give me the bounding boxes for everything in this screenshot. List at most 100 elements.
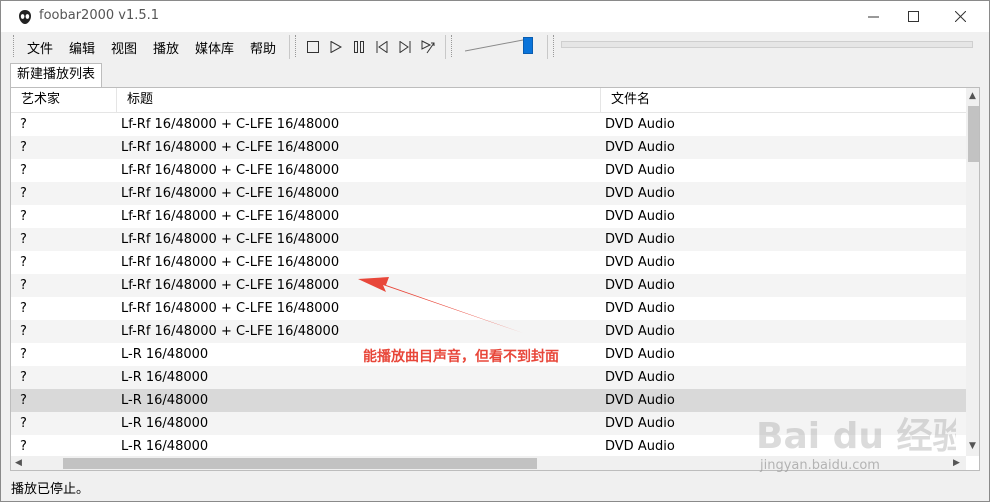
menu-file[interactable]: 文件 (27, 38, 53, 57)
cell-title: L-R 16/48000 (121, 416, 209, 431)
close-icon (954, 11, 966, 22)
random-icon (421, 40, 435, 54)
next-icon (399, 41, 411, 53)
cell-title: Lf-Rf 16/48000 + C-LFE 16/48000 (121, 117, 340, 132)
column-header-row: 艺术家 标题 文件名 (11, 88, 966, 113)
svg-text:Bai du 经验: Bai du 经验 (756, 416, 956, 457)
cell-title: L-R 16/48000 (121, 439, 209, 454)
table-row[interactable]: ? Lf-Rf 16/48000 + C-LFE 16/48000 DVD Audi… (11, 320, 966, 343)
baidu-watermark-logo: Bai du 经验 (756, 416, 956, 457)
table-row[interactable]: ? Lf-Rf 16/48000 + C-LFE 16/48000 DVD Audi… (11, 228, 966, 251)
cell-artist: ? (20, 232, 27, 247)
seek-bar[interactable] (561, 41, 973, 48)
table-row[interactable]: ? Lf-Rf 16/48000 + C-LFE 16/48000 DVD Audi… (11, 205, 966, 228)
cell-artist: ? (20, 347, 27, 362)
cell-filename: DVD Audio (605, 370, 675, 385)
cell-title: Lf-Rf 16/48000 + C-LFE 16/48000 (121, 163, 340, 178)
table-row[interactable]: ? Lf-Rf 16/48000 + C-LFE 16/48000 DVD Audi… (11, 136, 966, 159)
cell-artist: ? (20, 140, 27, 155)
table-row[interactable]: ? Lf-Rf 16/48000 + C-LFE 16/48000 DVD Audi… (11, 159, 966, 182)
cell-artist: ? (20, 278, 27, 293)
annotation-text: 能播放曲目声音，但看不到封面 (363, 349, 559, 365)
cell-title: Lf-Rf 16/48000 + C-LFE 16/48000 (121, 140, 340, 155)
title-bar: foobar2000 v1.5.1 (1, 1, 989, 32)
table-row[interactable]: ? L-R 16/48000 DVD Audio (11, 366, 966, 389)
window-title: foobar2000 v1.5.1 (39, 8, 160, 23)
cell-title: Lf-Rf 16/48000 + C-LFE 16/48000 (121, 232, 340, 247)
menu-edit[interactable]: 编辑 (69, 38, 95, 57)
cell-filename: DVD Audio (605, 140, 675, 155)
close-button[interactable] (937, 1, 983, 32)
cell-filename: DVD Audio (605, 163, 675, 178)
stop-button[interactable] (304, 38, 322, 56)
vertical-scroll-thumb[interactable] (968, 106, 979, 162)
maximize-button[interactable] (890, 1, 936, 32)
menu-grip[interactable] (13, 35, 17, 57)
cell-title: L-R 16/48000 (121, 347, 209, 362)
cell-artist: ? (20, 370, 27, 385)
cell-filename: DVD Audio (605, 186, 675, 201)
cell-artist: ? (20, 416, 27, 431)
cell-filename: DVD Audio (605, 278, 675, 293)
cell-filename: DVD Audio (605, 301, 675, 316)
vertical-scrollbar[interactable]: ▲ ▼ (966, 88, 979, 456)
cell-artist: ? (20, 301, 27, 316)
cell-title: Lf-Rf 16/48000 + C-LFE 16/48000 (121, 255, 340, 270)
menu-playback[interactable]: 播放 (153, 38, 179, 57)
cell-filename: DVD Audio (605, 324, 675, 339)
tab-new-playlist[interactable]: 新建播放列表 (10, 63, 103, 87)
column-header-title[interactable]: 标题 (117, 88, 601, 112)
scroll-up-icon[interactable]: ▲ (969, 91, 976, 101)
minimize-icon (867, 16, 879, 18)
cell-title: Lf-Rf 16/48000 + C-LFE 16/48000 (121, 209, 340, 224)
pause-icon (354, 41, 364, 53)
volume-slider-track[interactable] (465, 38, 523, 52)
cell-artist: ? (20, 324, 27, 339)
next-button[interactable] (396, 38, 414, 56)
stop-icon (307, 41, 319, 53)
maximize-icon (907, 11, 919, 22)
watermark-url: jingyan.baidu.com (760, 458, 880, 473)
table-row[interactable]: ? Lf-Rf 16/48000 + C-LFE 16/48000 DVD Audi… (11, 274, 966, 297)
cell-filename: DVD Audio (605, 347, 675, 362)
cell-title: Lf-Rf 16/48000 + C-LFE 16/48000 (121, 186, 340, 201)
cell-filename: DVD Audio (605, 117, 675, 132)
random-button[interactable] (419, 38, 437, 56)
cell-artist: ? (20, 393, 27, 408)
cell-filename: DVD Audio (605, 416, 675, 431)
seekbar-grip[interactable] (553, 35, 557, 57)
column-header-artist[interactable]: 艺术家 (11, 88, 117, 112)
table-row[interactable]: ? Lf-Rf 16/48000 + C-LFE 16/48000 DVD Audi… (11, 113, 966, 136)
previous-button[interactable] (373, 38, 391, 56)
pause-button[interactable] (350, 38, 368, 56)
cell-title: Lf-Rf 16/48000 + C-LFE 16/48000 (121, 301, 340, 316)
volume-slider-thumb[interactable] (523, 37, 533, 54)
cell-title: L-R 16/48000 (121, 370, 209, 385)
previous-icon (376, 41, 388, 53)
cell-artist: ? (20, 186, 27, 201)
cell-filename: DVD Audio (605, 232, 675, 247)
cell-artist: ? (20, 117, 27, 132)
scroll-down-icon[interactable]: ▼ (969, 441, 976, 451)
column-header-filename[interactable]: 文件名 (601, 88, 966, 112)
horizontal-scroll-thumb[interactable] (63, 458, 537, 469)
cell-artist: ? (20, 439, 27, 454)
foobar-app-icon (19, 10, 31, 24)
play-button[interactable] (327, 38, 345, 56)
table-row[interactable]: ? Lf-Rf 16/48000 + C-LFE 16/48000 DVD Audi… (11, 182, 966, 205)
cell-artist: ? (20, 163, 27, 178)
scroll-left-icon[interactable]: ◀ (15, 458, 22, 468)
menu-help[interactable]: 帮助 (250, 38, 276, 57)
play-icon (330, 41, 342, 53)
cell-title: L-R 16/48000 (121, 393, 209, 408)
cell-filename: DVD Audio (605, 255, 675, 270)
menu-library[interactable]: 媒体库 (195, 38, 234, 57)
playback-grip[interactable] (295, 35, 299, 57)
table-row[interactable]: ? Lf-Rf 16/48000 + C-LFE 16/48000 DVD Audi… (11, 297, 966, 320)
cell-title: Lf-Rf 16/48000 + C-LFE 16/48000 (121, 324, 340, 339)
cell-filename: DVD Audio (605, 393, 675, 408)
table-row[interactable]: ? Lf-Rf 16/48000 + C-LFE 16/48000 DVD Audi… (11, 251, 966, 274)
volume-grip[interactable] (451, 35, 455, 57)
menu-view[interactable]: 视图 (111, 38, 137, 57)
cell-filename: DVD Audio (605, 209, 675, 224)
